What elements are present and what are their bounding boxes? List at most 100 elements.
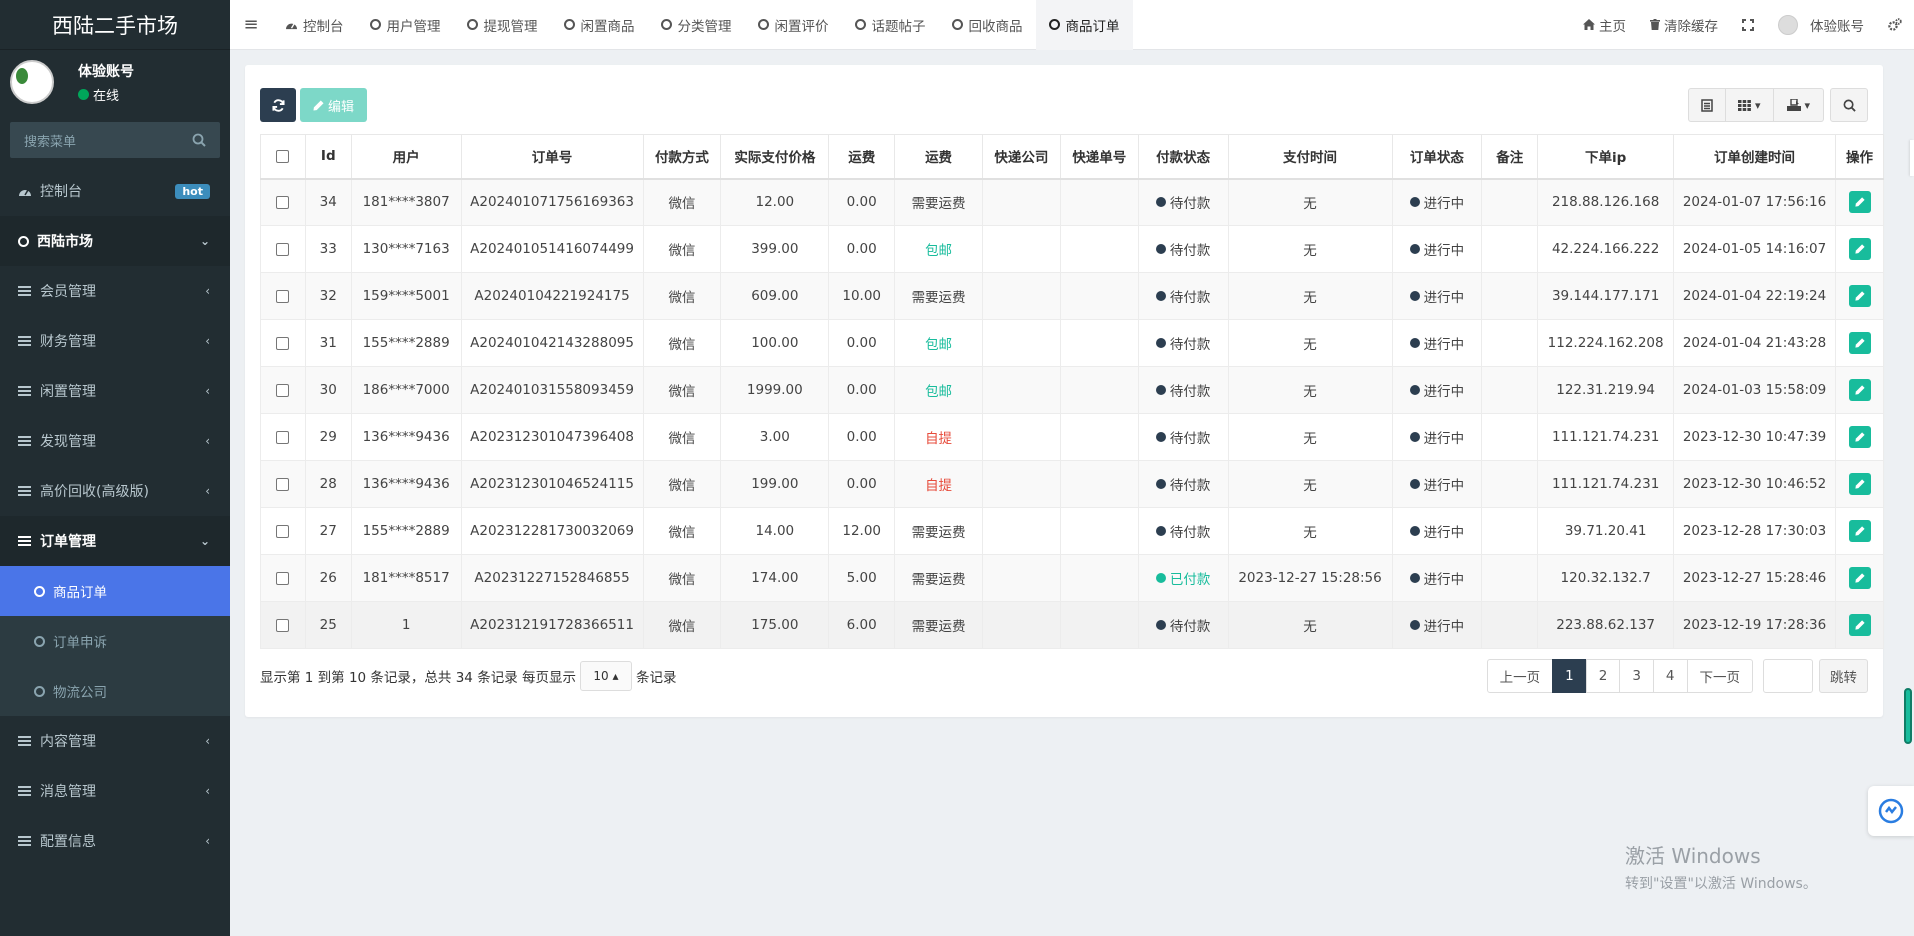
sidebar-item-config[interactable]: 配置信息 ‹ [0, 816, 230, 866]
row-edit-button[interactable] [1848, 473, 1871, 495]
table-row[interactable]: 29 136****9436 A202312301047396408 微信 3.00 0.… [260, 413, 1884, 461]
toggle-view-button[interactable] [1688, 88, 1726, 122]
sidebar-item-idle[interactable]: 闲置管理 ‹ [0, 366, 230, 416]
side-edge-tab[interactable] [1910, 140, 1914, 176]
row-checkbox[interactable] [276, 336, 290, 350]
sidebar-item-order-appeal[interactable]: 订单申诉 [0, 616, 230, 666]
page-4-button[interactable]: 4 [1652, 659, 1688, 693]
tab-categories[interactable]: 分类管理 [648, 0, 745, 50]
page-1-button[interactable]: 1 [1552, 659, 1587, 693]
column-header-id[interactable]: Id [304, 134, 352, 180]
fullscreen-icon[interactable] [1730, 0, 1766, 50]
column-header-order-no[interactable]: 订单号 [460, 134, 644, 180]
sidebar-item-orders[interactable]: 订单管理 ⌄ [0, 516, 230, 566]
page-2-button[interactable]: 2 [1585, 659, 1621, 693]
row-checkbox[interactable] [276, 430, 290, 444]
table-row[interactable]: 34 181****3807 A202401071756169363 微信 12.00 0… [260, 178, 1884, 226]
tab-idle-goods[interactable]: 闲置商品 [551, 0, 648, 50]
select-all-checkbox-cell[interactable] [260, 134, 306, 180]
table-row[interactable]: 26 181****8517 A20231227152846855 微信 174.00 5… [260, 554, 1884, 602]
column-header-pay-status[interactable]: 付款状态 [1137, 134, 1229, 180]
table-row[interactable]: 33 130****7163 A202401051416074499 微信 399.00… [260, 225, 1884, 273]
row-checkbox-cell[interactable] [260, 225, 306, 273]
page-size-select[interactable]: 10 ▴ [579, 661, 632, 691]
export-dropdown[interactable]: ▾ [1774, 88, 1824, 122]
app-logo[interactable]: 西陆二手市场 [0, 0, 230, 50]
row-edit-button[interactable] [1848, 238, 1871, 260]
table-search-button[interactable] [1830, 88, 1868, 122]
row-edit-button[interactable] [1848, 285, 1871, 307]
sidebar-search-input[interactable]: 搜索菜单 [10, 122, 220, 158]
prev-page-button[interactable]: 上一页 [1486, 659, 1554, 693]
column-header-price[interactable]: 实际支付价格 [720, 134, 830, 180]
row-edit-button[interactable] [1848, 567, 1871, 589]
row-checkbox-cell[interactable] [260, 460, 306, 508]
row-checkbox-cell[interactable] [260, 178, 306, 226]
sidebar-item-xilu-market[interactable]: 西陆市场 ⌄ [0, 216, 230, 266]
table-row[interactable]: 31 155****2889 A202401042143288095 微信 100.00… [260, 319, 1884, 367]
column-header-ip[interactable]: 下单ip [1537, 134, 1675, 180]
row-checkbox-cell[interactable] [260, 601, 306, 649]
column-header-pay-time[interactable]: 支付时间 [1227, 134, 1393, 180]
row-checkbox[interactable] [276, 618, 290, 632]
column-header-remark[interactable]: 备注 [1481, 134, 1539, 180]
row-checkbox-cell[interactable] [260, 413, 306, 461]
account-menu[interactable]: 体验账号 [1766, 0, 1876, 50]
sidebar-item-product-orders[interactable]: 商品订单 [0, 566, 230, 616]
column-header-freight-type[interactable]: 运费 [894, 134, 983, 180]
sidebar-item-members[interactable]: 会员管理 ‹ [0, 266, 230, 316]
hamburger-menu-icon[interactable]: ≡ [230, 0, 272, 50]
row-checkbox-cell[interactable] [260, 554, 306, 602]
scrollbar-thumb[interactable] [1904, 688, 1912, 744]
table-row[interactable]: 32 159****5001 A20240104221924175 微信 609.00 1… [260, 272, 1884, 320]
row-checkbox-cell[interactable] [260, 366, 306, 414]
row-checkbox[interactable] [276, 571, 290, 585]
sidebar-item-finance[interactable]: 财务管理 ‹ [0, 316, 230, 366]
select-all-checkbox[interactable] [276, 149, 290, 163]
tab-recycle-goods[interactable]: 回收商品 [939, 0, 1036, 50]
row-checkbox-cell[interactable] [260, 272, 306, 320]
row-edit-button[interactable] [1848, 379, 1871, 401]
row-checkbox-cell[interactable] [260, 507, 306, 555]
next-page-button[interactable]: 下一页 [1686, 659, 1753, 693]
row-checkbox[interactable] [276, 477, 290, 491]
page-jump-button[interactable]: 跳转 [1819, 659, 1868, 693]
sidebar-item-logistics[interactable]: 物流公司 [0, 666, 230, 716]
row-checkbox[interactable] [276, 289, 290, 303]
clear-cache-button[interactable]: 清除缓存 [1638, 0, 1730, 50]
edit-button[interactable]: 编辑 [300, 88, 367, 122]
tab-topic-posts[interactable]: 话题帖子 [842, 0, 939, 50]
sidebar-item-content[interactable]: 内容管理 ‹ [0, 716, 230, 766]
column-header-order-status[interactable]: 订单状态 [1391, 134, 1483, 180]
row-edit-button[interactable] [1848, 191, 1871, 214]
page-3-button[interactable]: 3 [1619, 659, 1654, 693]
table-row[interactable]: 25 1 A202312191728366511 微信 175.00 6.00 需要运费 待付… [260, 601, 1884, 649]
table-row[interactable]: 28 136****9436 A202312301046524115 微信 199.00… [260, 460, 1884, 508]
sidebar-item-recycle[interactable]: 高价回收(高级版) ‹ [0, 466, 230, 516]
row-edit-button[interactable] [1848, 332, 1871, 354]
column-header-courier[interactable]: 快递公司 [981, 134, 1061, 180]
tab-dashboard[interactable]: 控制台 [272, 0, 357, 50]
row-checkbox[interactable] [276, 383, 290, 397]
table-row[interactable]: 27 155****2889 A202312281730032069 微信 14.00 1… [260, 507, 1884, 555]
row-edit-button[interactable] [1848, 426, 1871, 448]
row-edit-button[interactable] [1848, 614, 1871, 636]
sidebar-item-dashboard[interactable]: 控制台 hot [0, 166, 230, 216]
refresh-button[interactable] [260, 88, 296, 122]
row-edit-button[interactable] [1848, 520, 1871, 542]
column-header-pay-method[interactable]: 付款方式 [642, 134, 722, 180]
page-jump-input[interactable] [1763, 659, 1813, 693]
table-row[interactable]: 30 186****7000 A202401031558093459 微信 1999.0… [260, 366, 1884, 414]
column-header-freight[interactable]: 运费 [828, 134, 896, 180]
tab-withdraw[interactable]: 提现管理 [454, 0, 551, 50]
column-header-tracking-no[interactable]: 快递单号 [1059, 134, 1139, 180]
tab-idle-reviews[interactable]: 闲置评价 [745, 0, 842, 50]
tab-product-orders[interactable]: 商品订单 [1035, 0, 1133, 50]
row-checkbox[interactable] [276, 242, 290, 256]
settings-gears-icon[interactable] [1876, 0, 1914, 50]
column-header-created[interactable]: 订单创建时间 [1673, 134, 1836, 180]
tab-users[interactable]: 用户管理 [357, 0, 454, 50]
row-checkbox[interactable] [276, 195, 290, 209]
sidebar-item-messages[interactable]: 消息管理 ‹ [0, 766, 230, 816]
row-checkbox-cell[interactable] [260, 319, 306, 367]
